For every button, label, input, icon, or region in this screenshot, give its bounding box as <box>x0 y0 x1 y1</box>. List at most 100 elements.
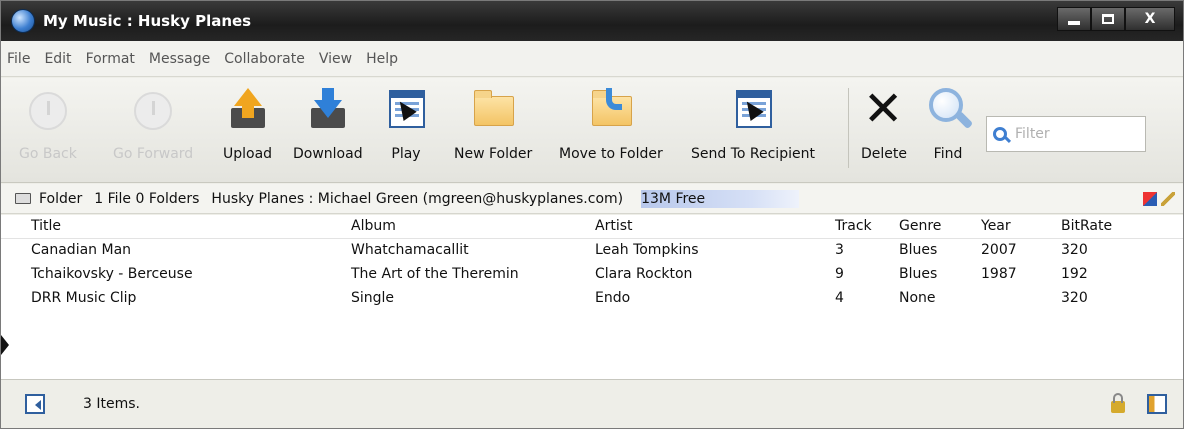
folder-counts: 1 File 0 Folders <box>94 190 200 207</box>
go-back-button[interactable]: Go Back <box>19 86 77 162</box>
free-space-indicator: 13M Free <box>641 189 800 208</box>
pencil-icon[interactable] <box>1161 192 1175 206</box>
go-forward-button[interactable]: Go Forward <box>113 86 193 162</box>
cell-artist: Clara Rockton <box>595 266 693 282</box>
menu-view[interactable]: View <box>319 51 352 67</box>
cell-album: Whatchamacallit <box>351 242 469 258</box>
folder-label: Folder <box>39 190 83 207</box>
cell-artist: Endo <box>595 290 631 306</box>
go-forward-label: Go Forward <box>113 146 194 162</box>
menu-collaborate[interactable]: Collaborate <box>224 51 305 67</box>
filter-box[interactable] <box>986 116 1146 152</box>
go-back-icon <box>25 86 71 132</box>
go-back-label: Go Back <box>19 146 77 162</box>
move-folder-icon <box>588 86 634 132</box>
toolbar: Go Back Go Forward Upload Download Play <box>1 78 1183 183</box>
column-year[interactable]: Year <box>981 218 1011 234</box>
download-icon <box>305 86 351 132</box>
send-to-recipient-button[interactable]: Send To Recipient <box>691 86 815 162</box>
new-folder-label: New Folder <box>454 146 533 162</box>
cell-bitrate: 320 <box>1061 242 1088 258</box>
column-genre[interactable]: Genre <box>899 218 941 234</box>
cell-year: 1987 <box>981 266 1017 282</box>
table-row[interactable]: DRR Music Clip Single Endo 4 None 320 <box>1 287 1183 311</box>
toolbar-separator <box>848 88 849 168</box>
menu-format[interactable]: Format <box>86 51 135 67</box>
row-pointer-icon <box>1 335 9 355</box>
menu-edit[interactable]: Edit <box>44 51 71 67</box>
cell-track: 3 <box>835 242 844 258</box>
app-window: My Music : Husky Planes X File Edit Form… <box>0 0 1184 429</box>
minimize-button[interactable] <box>1057 7 1091 31</box>
table-row[interactable]: Tchaikovsky - Berceuse The Art of the Th… <box>1 263 1183 287</box>
cell-track: 9 <box>835 266 844 282</box>
delete-label: Delete <box>861 146 907 162</box>
collapse-pane-icon[interactable] <box>25 394 45 414</box>
cell-genre: Blues <box>899 266 938 282</box>
window-controls: X <box>1057 7 1175 31</box>
magnifier-icon <box>925 86 974 132</box>
download-button[interactable]: Download <box>293 86 363 162</box>
move-to-folder-label: Move to Folder <box>559 146 663 162</box>
delete-x-icon: ✕ <box>863 81 904 137</box>
upload-button[interactable]: Upload <box>223 86 272 162</box>
play-button[interactable]: Play <box>383 86 429 162</box>
cell-title: Tchaikovsky - Berceuse <box>31 266 193 282</box>
delete-button[interactable]: ✕ Delete <box>861 81 907 162</box>
filter-search-icon <box>993 127 1007 141</box>
cell-album: Single <box>351 290 395 306</box>
move-to-folder-button[interactable]: Move to Folder <box>559 86 663 162</box>
close-button[interactable]: X <box>1125 7 1175 31</box>
download-label: Download <box>293 146 363 162</box>
lock-icon[interactable] <box>1111 393 1125 413</box>
maximize-button[interactable] <box>1091 7 1125 31</box>
menu-file[interactable]: File <box>7 51 30 67</box>
upload-icon <box>225 86 271 132</box>
minimize-icon <box>1068 21 1080 25</box>
column-artist[interactable]: Artist <box>595 218 633 234</box>
send-to-recipient-label: Send To Recipient <box>691 146 815 162</box>
menu-help[interactable]: Help <box>366 51 398 67</box>
music-table: Title Album Artist Track Genre Year BitR… <box>1 215 1183 379</box>
cell-artist: Leah Tompkins <box>595 242 699 258</box>
go-forward-icon <box>130 86 176 132</box>
menu-message[interactable]: Message <box>149 51 210 67</box>
send-window-icon <box>730 86 776 132</box>
folder-bar-actions <box>1143 192 1175 206</box>
play-label: Play <box>391 146 421 162</box>
share-icon[interactable] <box>1143 192 1157 206</box>
column-track[interactable]: Track <box>835 218 872 234</box>
cell-bitrate: 320 <box>1061 290 1088 306</box>
cell-genre: Blues <box>899 242 938 258</box>
table-row[interactable]: Canadian Man Whatchamacallit Leah Tompki… <box>1 239 1183 263</box>
column-bitrate[interactable]: BitRate <box>1061 218 1112 234</box>
folder-icon <box>470 86 516 132</box>
folder-owner: Husky Planes : Michael Green (mgreen@hus… <box>211 190 624 207</box>
status-bar: 3 Items. <box>1 379 1183 428</box>
cell-title: Canadian Man <box>31 242 132 258</box>
play-window-icon <box>383 86 429 132</box>
cell-title: DRR Music Clip <box>31 290 137 306</box>
title-bar[interactable]: My Music : Husky Planes X <box>1 1 1183 41</box>
table-header: Title Album Artist Track Genre Year BitR… <box>1 215 1183 239</box>
find-button[interactable]: Find <box>925 86 974 162</box>
window-title: My Music : Husky Planes <box>43 12 252 30</box>
status-bar-actions <box>1111 393 1167 414</box>
cell-track: 4 <box>835 290 844 306</box>
cell-album: The Art of the Theremin <box>351 266 519 282</box>
column-title[interactable]: Title <box>31 218 61 234</box>
app-globe-icon <box>11 9 35 33</box>
columns-view-icon[interactable] <box>1147 394 1167 414</box>
item-count: 3 Items. <box>83 396 140 412</box>
upload-label: Upload <box>223 146 273 162</box>
column-album[interactable]: Album <box>351 218 396 234</box>
cell-bitrate: 192 <box>1061 266 1088 282</box>
filter-input[interactable] <box>1015 126 1135 142</box>
folder-info-bar: Folder 1 File 0 Folders Husky Planes : M… <box>1 184 1183 214</box>
new-folder-button[interactable]: New Folder <box>454 86 532 162</box>
menu-bar: File Edit Format Message Collaborate Vie… <box>1 41 1183 77</box>
cell-year: 2007 <box>981 242 1017 258</box>
close-icon: X <box>1144 11 1156 27</box>
cell-genre: None <box>899 290 936 306</box>
maximize-icon <box>1102 14 1114 24</box>
